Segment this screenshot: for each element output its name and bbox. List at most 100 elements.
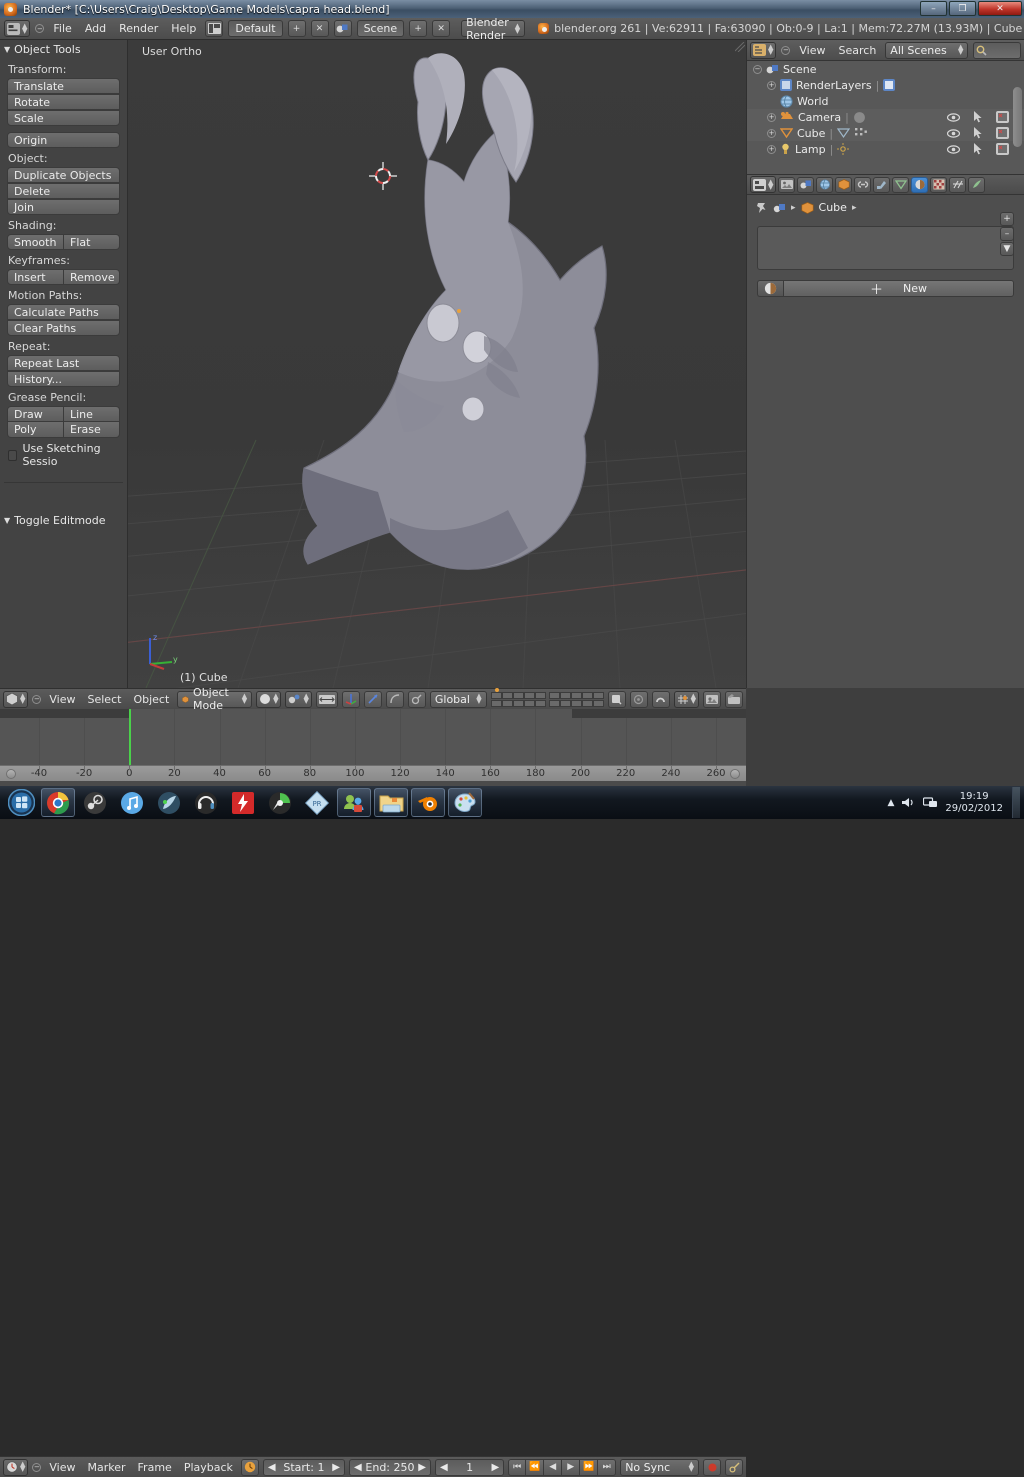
timeline-menu-view[interactable]: View (45, 1461, 79, 1474)
snap-spinner[interactable]: ▲ ▼ (691, 693, 696, 705)
gp-line-button[interactable]: Line (64, 406, 120, 422)
pivot-point-selector[interactable]: ▲ ▼ (285, 690, 312, 708)
layer-9[interactable] (581, 691, 593, 699)
proportional-edit-icon[interactable] (629, 690, 648, 708)
sync-mode-dropdown[interactable]: No Sync ▲ ▼ (620, 1458, 700, 1476)
layer-2[interactable] (501, 691, 513, 699)
layer-5[interactable] (534, 691, 546, 699)
camera-data-icon[interactable] (853, 111, 866, 124)
timeline-scale[interactable]: -40 -20 0 20 40 60 80 100 120 140 160 180 200 220 240 2… (0, 765, 746, 781)
menu-render[interactable]: Render (115, 22, 162, 35)
pin-icon[interactable] (755, 201, 768, 214)
lamp-data-icon[interactable] (837, 143, 850, 155)
timeline-menu-collapse-icon[interactable]: − (32, 1462, 42, 1472)
material-tab[interactable] (911, 176, 929, 193)
physics-tab[interactable] (968, 176, 986, 193)
gp-draw-button[interactable]: Draw (7, 406, 64, 422)
origin-button[interactable]: Origin (7, 132, 120, 148)
explorer-taskbar-button[interactable] (374, 788, 408, 817)
outliner-row-lamp[interactable]: + Lamp | (747, 141, 1024, 157)
render-tab[interactable] (778, 176, 796, 193)
outliner-tree[interactable]: − Scene + RenderLayers | World + Camera … (747, 61, 1024, 174)
editor-type-spinner[interactable]: ▲ ▼ (22, 22, 27, 34)
diamond-app-taskbar-button[interactable]: PR (300, 788, 334, 817)
outliner-visibility-icons[interactable] (947, 111, 1009, 123)
current-frame-field[interactable]: ◀ 1 ▶ (434, 1458, 505, 1476)
outliner-row-cube[interactable]: + Cube | (747, 125, 1024, 141)
repeat-last-button[interactable]: Repeat Last (7, 355, 120, 371)
render-visibility-icon[interactable] (996, 127, 1009, 139)
eye-icon[interactable] (947, 144, 960, 154)
menu-add[interactable]: Add (81, 22, 110, 35)
chrome-taskbar-button[interactable] (41, 788, 75, 817)
outliner-editor-spinner[interactable]: ▲ ▼ (768, 44, 773, 56)
show-desktop-button[interactable] (1012, 787, 1020, 818)
outliner-row-camera[interactable]: + Camera | (747, 109, 1024, 125)
material-slot-controls[interactable]: + – ▼ (1000, 212, 1014, 256)
maximize-button[interactable]: ❐ (949, 1, 976, 16)
screen-layout-field[interactable]: Default (228, 20, 283, 37)
next-keyframe-button[interactable]: ⏩ (580, 1458, 599, 1476)
insert-keyframe-button[interactable]: Insert (7, 269, 64, 285)
snap-element-selector[interactable]: ▲ ▼ (673, 690, 699, 708)
add-screen-layout-button[interactable]: + (287, 20, 306, 37)
end-next-arrow[interactable]: ▶ (418, 1462, 426, 1473)
paint-taskbar-button[interactable] (448, 788, 482, 817)
timeline-menu-marker[interactable]: Marker (84, 1461, 130, 1474)
layer-14[interactable] (523, 699, 535, 707)
timeline-editor-spinner[interactable]: ▲ ▼ (20, 1461, 25, 1473)
pivot-spinner[interactable]: ▲ ▼ (303, 693, 308, 705)
show-hidden-icons-button[interactable]: ▲ (887, 798, 894, 808)
shading-spinner[interactable]: ▲ ▼ (273, 693, 278, 705)
rotate-manipulator-icon[interactable] (363, 690, 382, 708)
delete-scene-button[interactable]: ✕ (432, 20, 451, 37)
green-star-app-taskbar-button[interactable] (263, 788, 297, 817)
flat-button[interactable]: Flat (64, 234, 120, 250)
manipulator-toggle-button[interactable] (315, 690, 338, 708)
frame-next-arrow[interactable]: ▶ (491, 1462, 499, 1473)
network-icon[interactable] (923, 796, 938, 809)
menu-file[interactable]: File (49, 22, 75, 35)
outliner-row-world[interactable]: World (747, 93, 1024, 109)
start-frame-field[interactable]: ◀ Start: 1 ▶ (262, 1458, 345, 1476)
layer-10[interactable] (592, 691, 604, 699)
cursor-arrow-icon[interactable] (973, 127, 983, 139)
object-tools-panel-header[interactable]: ▼ Object Tools (0, 40, 127, 59)
render-opengl-animation-icon[interactable] (725, 690, 743, 708)
scene-field[interactable]: Scene (356, 20, 405, 37)
material-datablock-icon[interactable] (757, 280, 783, 297)
render-visibility-icon[interactable] (996, 111, 1009, 123)
viewport-menu-collapse-icon[interactable]: − (32, 694, 42, 704)
scene-icon[interactable] (333, 20, 352, 37)
frame-prev-arrow[interactable]: ◀ (440, 1462, 448, 1473)
particles-tab[interactable] (949, 176, 967, 193)
texture-tab[interactable] (930, 176, 948, 193)
join-button[interactable]: Join (7, 199, 120, 215)
toggle-editmode-panel[interactable]: ▼ Toggle Editmode (0, 511, 127, 530)
layer-16[interactable] (548, 699, 560, 707)
eye-icon[interactable] (947, 128, 960, 138)
outliner-search-input[interactable] (973, 41, 1021, 59)
messenger-taskbar-button[interactable] (337, 788, 371, 817)
display-mode-dropdown[interactable]: All Scenes ▲ ▼ (885, 41, 969, 59)
delete-button[interactable]: Delete (7, 183, 120, 199)
material-slot-list[interactable] (757, 226, 1014, 270)
translate-manipulator-icon[interactable] (341, 690, 360, 708)
outliner-row-renderlayers[interactable]: + RenderLayers | (747, 77, 1024, 93)
data-tab[interactable] (892, 176, 910, 193)
layer-19[interactable] (581, 699, 593, 707)
layer-17[interactable] (559, 699, 571, 707)
headset-app-taskbar-button[interactable] (189, 788, 223, 817)
play-reverse-button[interactable]: ◀ (544, 1458, 563, 1476)
timeline-menu-playback[interactable]: Playback (180, 1461, 237, 1474)
steam-taskbar-button[interactable] (78, 788, 112, 817)
blender-taskbar-button[interactable] (411, 788, 445, 817)
outliner-row-scene[interactable]: − Scene (747, 61, 1024, 77)
layer-18[interactable] (570, 699, 582, 707)
eye-icon[interactable] (947, 112, 960, 122)
start-next-arrow[interactable]: ▶ (332, 1462, 340, 1473)
world-tab[interactable] (816, 176, 834, 193)
minimize-button[interactable]: – (920, 1, 947, 16)
timeline-playhead[interactable] (129, 709, 131, 765)
properties-editor-spinner[interactable]: ▲ ▼ (768, 178, 773, 190)
